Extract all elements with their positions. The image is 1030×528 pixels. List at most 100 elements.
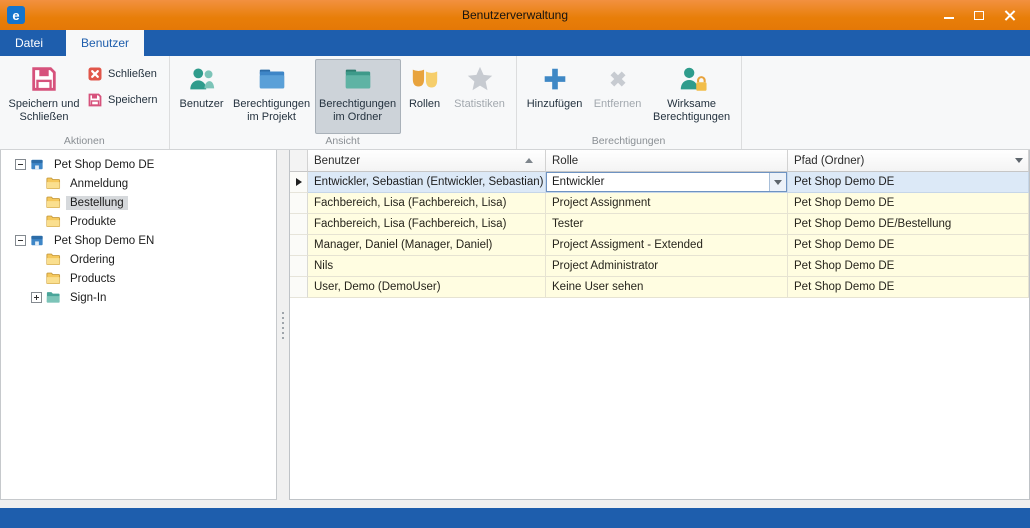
rolle-combobox[interactable]: Entwickler [546, 172, 787, 192]
hinzufuegen-button[interactable]: Hinzufügen [522, 59, 588, 134]
grid-header: Benutzer Rolle Pfad (Ordner) [290, 150, 1029, 172]
group-caption-berechtigungen: Berechtigungen [520, 134, 738, 149]
ribbon-button-label: Entfernen [594, 98, 642, 111]
tree-item-pet-shop-demo-de[interactable]: Pet Shop Demo DE [1, 155, 276, 174]
collapse-icon[interactable] [15, 159, 26, 170]
project-icon [29, 233, 45, 248]
combobox-value: Entwickler [547, 176, 769, 188]
grid-row[interactable]: Manager, Daniel (Manager, Daniel) Projec… [290, 235, 1029, 256]
column-header-benutzer[interactable]: Benutzer [308, 150, 546, 172]
ribbon-button-label: Speichern [108, 94, 158, 106]
tree-item-label: Sign-In [66, 291, 110, 305]
tree-item-products[interactable]: Products [1, 269, 276, 288]
berechtigungen-im-ordner-button[interactable]: Berechtigungen im Ordner [315, 59, 401, 134]
cell-pfad[interactable]: Pet Shop Demo DE [788, 277, 1029, 298]
cell-rolle[interactable]: Tester [546, 214, 788, 235]
row-indicator [290, 256, 308, 277]
cell-benutzer[interactable]: Fachbereich, Lisa (Fachbereich, Lisa) [308, 193, 546, 214]
row-indicator [290, 235, 308, 256]
users-icon [187, 64, 217, 94]
window-controls [934, 0, 1024, 30]
star-icon [465, 64, 495, 94]
folder-teal-icon [45, 290, 61, 305]
cell-benutzer[interactable]: Entwickler, Sebastian (Entwickler, Sebas… [308, 172, 546, 193]
maximize-button[interactable] [964, 4, 994, 26]
expand-icon[interactable] [31, 292, 42, 303]
ribbon-button-label: Wirksame Berechtigungen [651, 98, 733, 123]
ribbon-button-label: Speichern und Schließen [8, 98, 80, 123]
tree-item-sign-in[interactable]: Sign-In [1, 288, 276, 307]
cell-pfad[interactable]: Pet Shop Demo DE [788, 256, 1029, 277]
chevron-down-icon [1015, 158, 1023, 163]
cell-benutzer[interactable]: Manager, Daniel (Manager, Daniel) [308, 235, 546, 256]
tab-benutzer[interactable]: Benutzer [66, 30, 144, 56]
window-title: Benutzerverwaltung [0, 8, 1030, 22]
entfernen-button: Entfernen [588, 59, 648, 134]
title-bar: e Benutzerverwaltung [0, 0, 1030, 30]
minimize-icon [944, 17, 954, 19]
cell-rolle[interactable]: Project Administrator [546, 256, 788, 277]
ribbon-button-label: Berechtigungen im Ordner [318, 98, 398, 123]
benutzer-view-button[interactable]: Benutzer [175, 59, 229, 134]
ribbon-button-label: Rollen [409, 98, 440, 111]
cell-rolle[interactable]: Project Assigment - Extended [546, 235, 788, 256]
save-button[interactable]: Speichern [87, 91, 158, 109]
row-indicator [290, 193, 308, 214]
grid-row[interactable]: Entwickler, Sebastian (Entwickler, Sebas… [290, 172, 1029, 193]
collapse-icon[interactable] [15, 235, 26, 246]
cell-rolle[interactable]: Keine User sehen [546, 277, 788, 298]
cell-pfad[interactable]: Pet Shop Demo DE [788, 172, 1029, 193]
tree-item-pet-shop-demo-en[interactable]: Pet Shop Demo EN [1, 231, 276, 250]
cell-pfad[interactable]: Pet Shop Demo DE [788, 235, 1029, 256]
close-view-button[interactable]: Schließen [87, 65, 158, 83]
column-header-rolle[interactable]: Rolle [546, 150, 788, 172]
cell-benutzer[interactable]: Fachbereich, Lisa (Fachbereich, Lisa) [308, 214, 546, 235]
ribbon-group-ansicht: Benutzer Berechtigungen im Projekt Berec… [170, 56, 517, 149]
tree-item-label: Ordering [66, 253, 119, 267]
statistiken-button: Statistiken [449, 59, 511, 134]
tree-item-bestellung[interactable]: Bestellung [1, 193, 276, 212]
main-area: Pet Shop Demo DE Anmeldung Bestellung Pr… [0, 150, 1030, 500]
tree-item-anmeldung[interactable]: Anmeldung [1, 174, 276, 193]
cell-benutzer[interactable]: Nils [308, 256, 546, 277]
ribbon-group-aktionen: Speichern und Schließen Schließen Speich… [0, 56, 170, 149]
berechtigungen-im-projekt-button[interactable]: Berechtigungen im Projekt [229, 59, 315, 134]
column-header-pfad[interactable]: Pfad (Ordner) [788, 150, 1029, 172]
cell-benutzer[interactable]: User, Demo (DemoUser) [308, 277, 546, 298]
cell-rolle: Entwickler [546, 172, 788, 193]
tree-item-produkte[interactable]: Produkte [1, 212, 276, 231]
ribbon-button-label: Statistiken [454, 98, 505, 111]
grid-row[interactable]: Fachbereich, Lisa (Fachbereich, Lisa) Pr… [290, 193, 1029, 214]
wirksame-berechtigungen-button[interactable]: Wirksame Berechtigungen [648, 59, 736, 134]
ribbon-button-label: Hinzufügen [527, 98, 583, 111]
ribbon-button-label: Benutzer [180, 98, 224, 111]
minimize-button[interactable] [934, 4, 964, 26]
column-chooser-button[interactable] [1011, 151, 1027, 170]
grid-row[interactable]: Fachbereich, Lisa (Fachbereich, Lisa) Te… [290, 214, 1029, 235]
rollen-button[interactable]: Rollen [401, 59, 449, 134]
ribbon-group-berechtigungen: Hinzufügen Entfernen Wirksame Berechtigu… [517, 56, 742, 149]
tree-item-ordering[interactable]: Ordering [1, 250, 276, 269]
grid-row[interactable]: Nils Project Administrator Pet Shop Demo… [290, 256, 1029, 277]
column-label: Rolle [552, 155, 578, 167]
row-indicator [290, 277, 308, 298]
tree-item-label: Products [66, 272, 119, 286]
tree-item-label: Pet Shop Demo DE [50, 158, 158, 172]
add-plus-icon [540, 64, 570, 94]
cell-pfad[interactable]: Pet Shop Demo DE/Bestellung [788, 214, 1029, 235]
save-and-close-button[interactable]: Speichern und Schließen [5, 59, 83, 134]
indicator-column-header [290, 150, 308, 172]
cell-rolle[interactable]: Project Assignment [546, 193, 788, 214]
row-indicator [290, 172, 308, 193]
combobox-dropdown-button[interactable] [769, 173, 786, 191]
cell-pfad[interactable]: Pet Shop Demo DE [788, 193, 1029, 214]
tab-datei[interactable]: Datei [0, 30, 58, 56]
grid-row[interactable]: User, Demo (DemoUser) Keine User sehen P… [290, 277, 1029, 298]
close-red-icon [87, 66, 103, 82]
close-button[interactable] [994, 4, 1024, 26]
panel-splitter[interactable] [277, 150, 289, 500]
project-permissions-icon [257, 64, 287, 94]
tree-item-label: Pet Shop Demo EN [50, 234, 158, 248]
small-button-column: Schließen Speichern [83, 59, 164, 134]
permissions-grid: Benutzer Rolle Pfad (Ordner) Entwickler,… [289, 150, 1030, 500]
